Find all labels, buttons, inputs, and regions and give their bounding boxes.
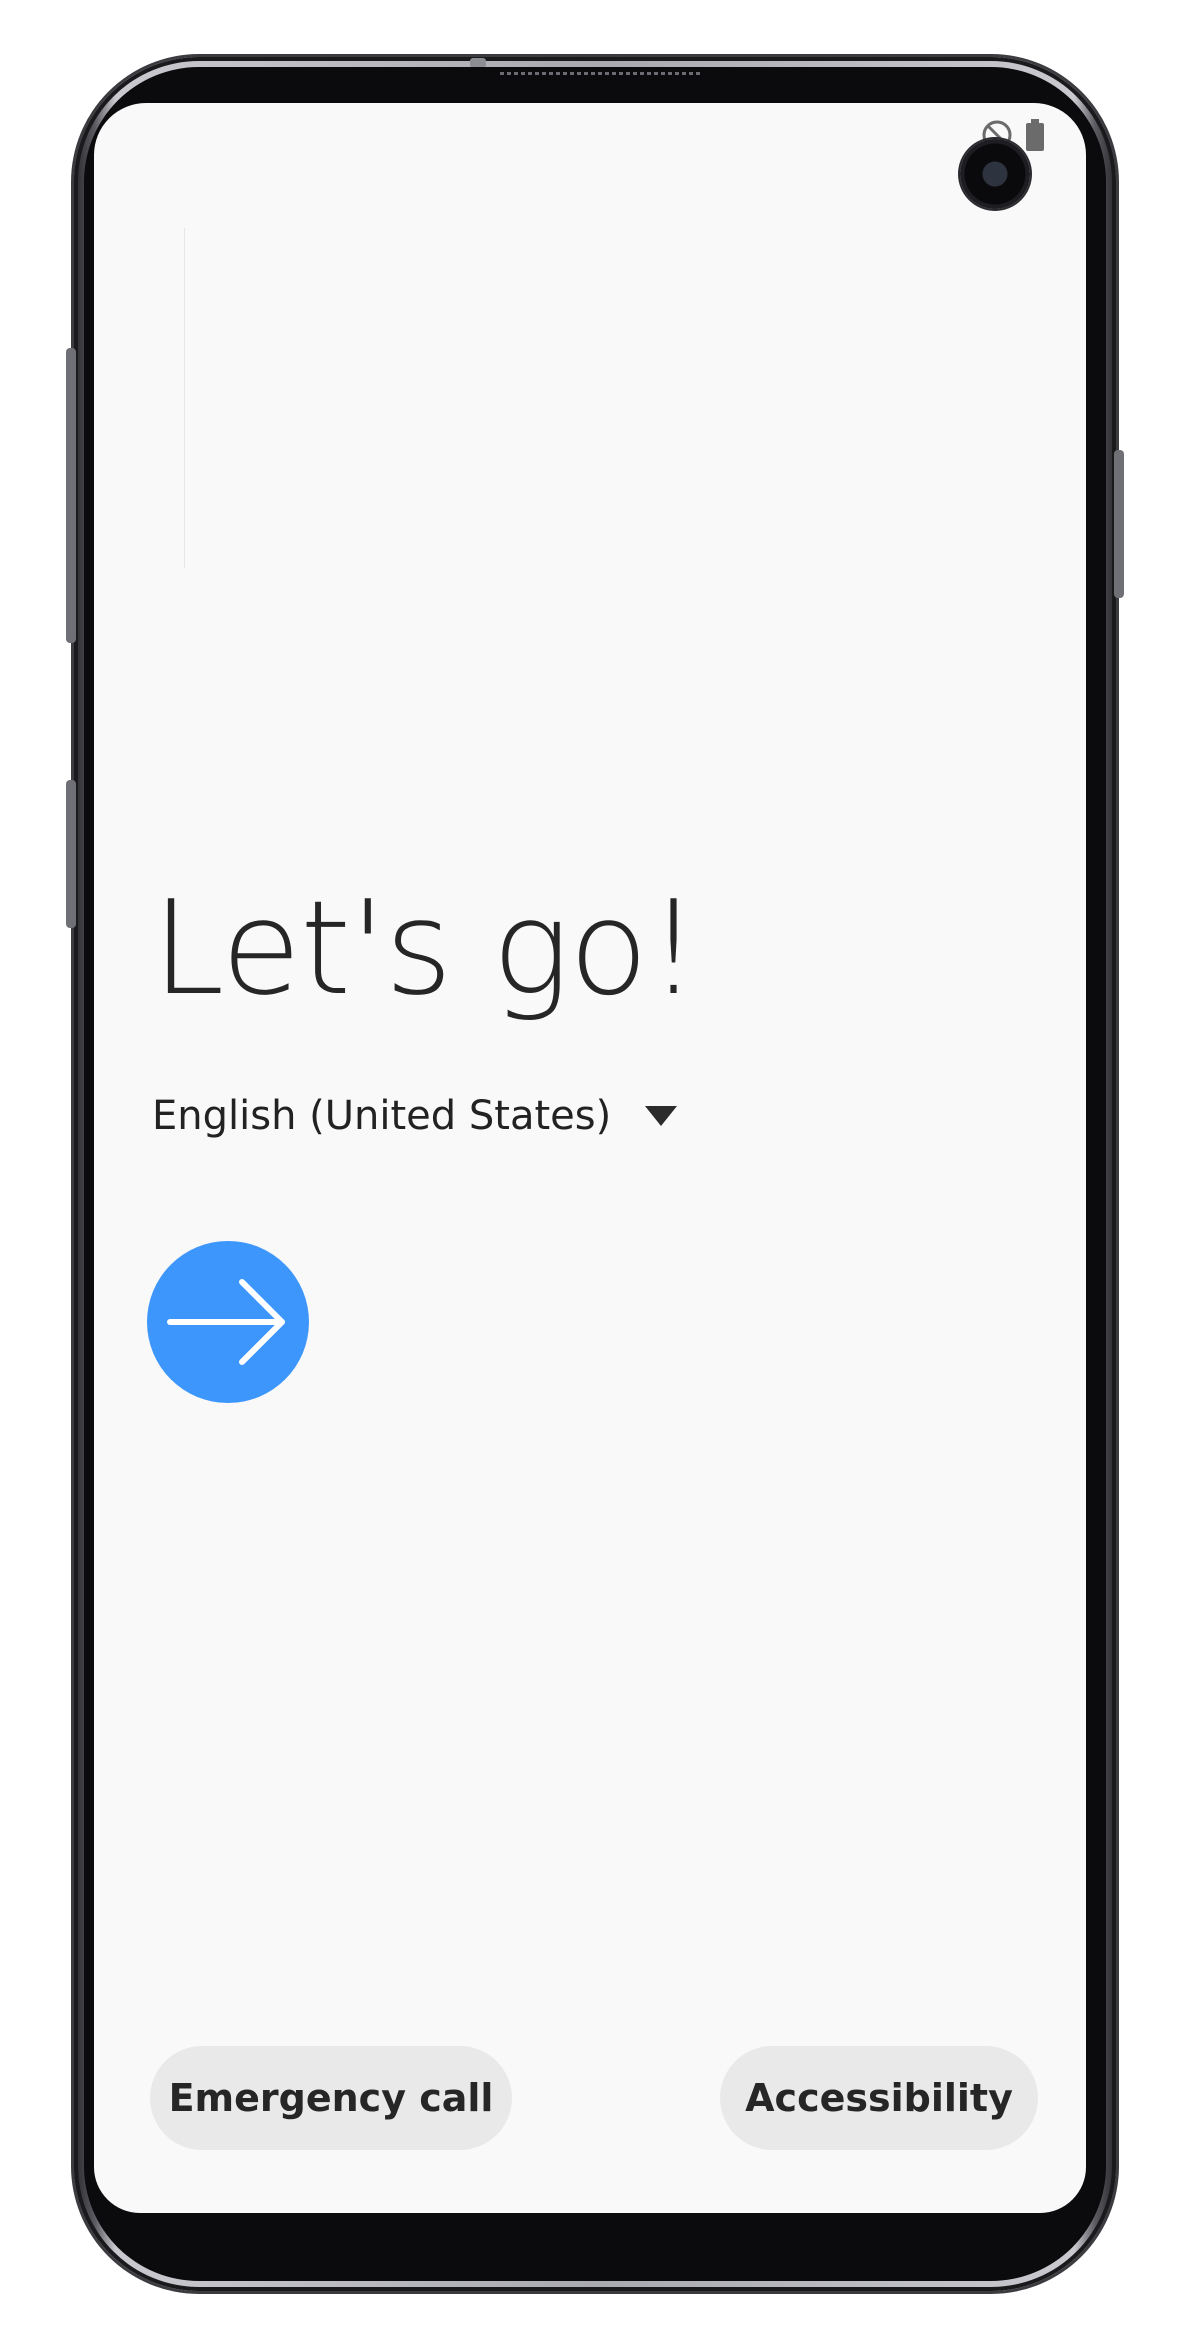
language-selected-value: English (United States) <box>152 1093 612 1139</box>
accessibility-button[interactable]: Accessibility <box>720 2046 1038 2150</box>
battery-icon <box>1026 119 1044 151</box>
next-button[interactable] <box>147 1241 309 1403</box>
arrow-right-icon <box>167 1279 285 1365</box>
power-button <box>1114 450 1124 598</box>
divider-line <box>184 228 185 568</box>
bixby-button <box>66 780 76 928</box>
volume-button <box>66 348 76 643</box>
emergency-call-button[interactable]: Emergency call <box>150 2046 512 2150</box>
dropdown-triangle-icon <box>645 1106 678 1126</box>
front-camera <box>960 139 1030 209</box>
earpiece-speaker <box>500 72 700 75</box>
language-dropdown[interactable]: English (United States) <box>152 1093 678 1139</box>
setup-screen: Let's go! English (United States) Emerge… <box>94 103 1086 2213</box>
page-title: Let's go! <box>152 872 700 1024</box>
